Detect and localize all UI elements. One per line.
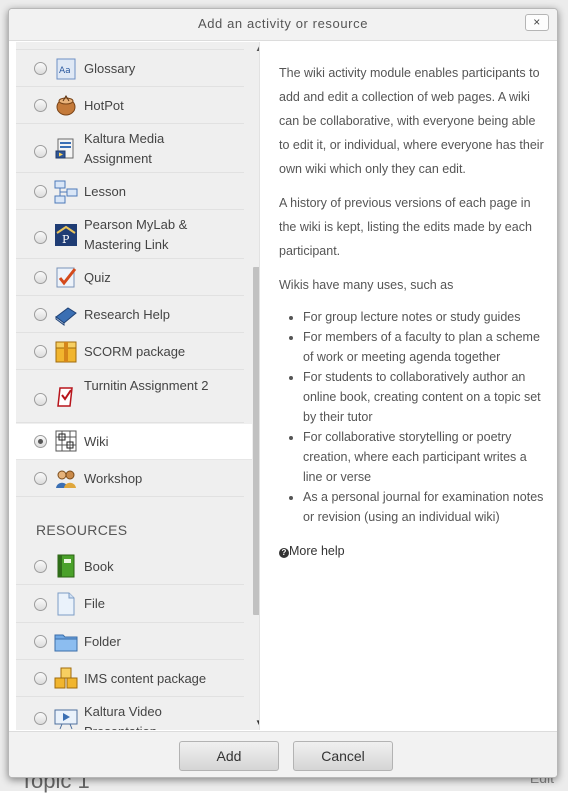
list-item: As a personal journal for examination no… — [303, 487, 549, 527]
radio-quiz[interactable] — [34, 271, 47, 284]
turnitin-icon — [57, 387, 73, 407]
scroll-down-icon[interactable]: ▼ — [255, 718, 259, 727]
option-file[interactable]: File — [16, 586, 244, 623]
folder-icon — [54, 634, 78, 652]
scroll-up-icon[interactable]: ▲ — [255, 44, 259, 53]
option-label: Lesson — [84, 184, 126, 199]
option-glossary[interactable]: Aa Glossary — [16, 51, 244, 87]
list-item: For group lecture notes or study guides — [303, 307, 549, 327]
option-label: IMS content package — [84, 671, 207, 686]
option-label: Book — [84, 559, 114, 574]
list-item: For members of a faculty to plan a schem… — [303, 327, 549, 367]
option-label: Wiki — [84, 434, 109, 449]
radio-research-help[interactable] — [34, 308, 47, 321]
radio-workshop[interactable] — [34, 472, 47, 485]
radio-glossary[interactable] — [34, 62, 47, 75]
svg-text:Aa: Aa — [59, 66, 71, 76]
option-quiz[interactable]: Quiz — [16, 260, 244, 296]
scroll-thumb[interactable] — [253, 267, 259, 615]
cancel-button[interactable]: Cancel — [293, 741, 393, 771]
svg-text:P: P — [62, 233, 70, 246]
add-button[interactable]: Add — [179, 741, 279, 771]
help-icon: ? — [279, 548, 289, 558]
radio-turnitin-assignment[interactable] — [34, 393, 47, 406]
scorm-icon — [55, 341, 77, 363]
option-ims-content-package[interactable]: IMS content package — [16, 661, 244, 697]
option-kaltura-video-presentation[interactable]: Kaltura Video Presentation — [16, 698, 244, 730]
option-wiki[interactable]: Wiki — [16, 424, 252, 460]
option-label: Kaltura Media Assignment — [84, 131, 165, 166]
dialog-title: Add an activity or resource — [197, 16, 369, 31]
list-item: For students to collaboratively author a… — [303, 367, 549, 427]
option-kaltura-media-assignment[interactable]: Kaltura Media Assignment — [16, 125, 244, 173]
option-label: Kaltura Video Presentation — [84, 704, 162, 730]
quiz-icon — [56, 267, 77, 288]
research-help-icon — [55, 307, 77, 326]
option-label: HotPot — [84, 98, 124, 113]
radio-scorm-package[interactable] — [34, 345, 47, 358]
radio-kaltura-video-presentation[interactable] — [34, 712, 47, 725]
list-item: For collaborative storytelling or poetry… — [303, 427, 549, 487]
help-paragraph: The wiki activity module enables partici… — [279, 66, 544, 176]
option-label: Glossary — [84, 61, 136, 76]
ims-package-icon — [54, 667, 78, 689]
book-icon — [57, 554, 75, 578]
option-book[interactable]: Book — [16, 549, 244, 585]
options-list[interactable]: Aa Glossary HotPot Kaltura Media Assignm… — [16, 42, 260, 730]
pearson-icon: P — [55, 224, 77, 246]
radio-pearson-mylab[interactable] — [34, 231, 47, 244]
radio-folder[interactable] — [34, 635, 47, 648]
option-label: Research Help — [84, 307, 170, 322]
kaltura-media-icon — [55, 138, 74, 159]
option-pearson-mylab[interactable]: P Pearson MyLab & Mastering Link — [16, 211, 244, 259]
help-paragraph: A history of previous versions of each p… — [279, 196, 532, 258]
option-lesson[interactable]: Lesson — [16, 174, 244, 210]
option-label: Turnitin Assignment 2 — [84, 378, 209, 393]
more-help-link[interactable]: ? More help — [279, 544, 345, 558]
option-workshop[interactable]: Workshop — [16, 461, 244, 497]
close-button[interactable]: × — [525, 14, 549, 31]
option-label: Workshop — [84, 471, 143, 486]
option-label: Folder — [84, 634, 121, 649]
option-research-help[interactable]: Research Help — [16, 297, 244, 333]
radio-lesson[interactable] — [34, 185, 47, 198]
kaltura-video-icon — [54, 709, 78, 730]
wiki-icon — [55, 430, 77, 452]
more-help-label: More help — [289, 544, 345, 558]
radio-wiki[interactable] — [34, 435, 47, 448]
help-paragraph: Wikis have many uses, such as — [279, 278, 454, 292]
option-label: SCORM package — [84, 344, 186, 359]
workshop-icon — [56, 470, 76, 488]
radio-ims-content-package[interactable] — [34, 672, 47, 685]
lesson-icon — [54, 180, 78, 204]
file-icon — [57, 592, 75, 616]
activity-chooser-dialog: Add an activity or resource × Aa Glossar… — [8, 8, 558, 778]
option-label: Quiz — [84, 270, 111, 285]
resources-section-title: RESOURCES — [36, 522, 128, 538]
option-label: File — [84, 596, 105, 611]
option-turnitin-assignment[interactable]: Turnitin Assignment 2 — [16, 371, 244, 423]
radio-book[interactable] — [34, 560, 47, 573]
list-item-partial — [16, 42, 244, 50]
dialog-footer: Add Cancel — [9, 731, 557, 777]
dialog-header: Add an activity or resource × — [9, 9, 557, 41]
help-panel: The wiki activity module enables partici… — [279, 61, 549, 563]
uses-list: For group lecture notes or study guides … — [279, 307, 549, 527]
option-folder[interactable]: Folder — [16, 624, 244, 660]
options-scrollbar[interactable]: ▲ ▼ — [252, 42, 259, 730]
glossary-icon: Aa — [56, 58, 76, 80]
option-hotpot[interactable]: HotPot — [16, 88, 244, 124]
option-scorm-package[interactable]: SCORM package — [16, 334, 244, 370]
hotpot-icon — [56, 95, 76, 116]
option-label: Pearson MyLab & Mastering Link — [84, 217, 188, 252]
radio-hotpot[interactable] — [34, 99, 47, 112]
radio-file[interactable] — [34, 598, 47, 611]
radio-kaltura-media-assignment[interactable] — [34, 145, 47, 158]
